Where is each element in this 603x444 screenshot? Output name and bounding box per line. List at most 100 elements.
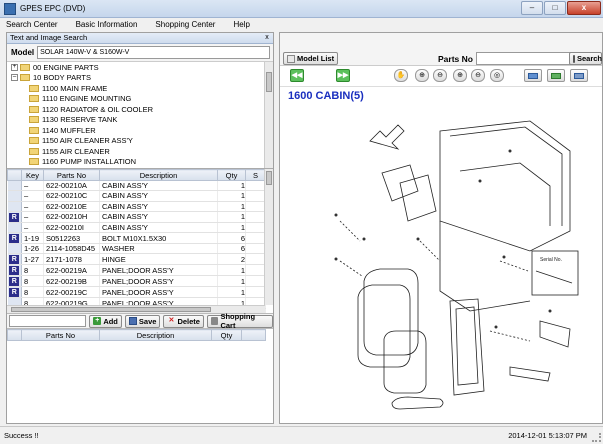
tree-item[interactable]: 1150 AIR CLEANER ASS'Y	[7, 136, 273, 147]
tree-item[interactable]: 1110 ENGINE MOUNTING	[7, 94, 273, 105]
cart-header-extra	[241, 329, 266, 341]
zoom-in-icon[interactable]: ⊕	[415, 69, 429, 82]
grid-header-key[interactable]: Key	[21, 169, 44, 181]
pan-tool-icon[interactable]: ✋	[394, 69, 408, 82]
next-page-button[interactable]: ▶▶	[336, 69, 350, 82]
tree-item[interactable]: – 10 BODY PARTS	[7, 73, 273, 84]
image-view-icon[interactable]	[524, 69, 542, 82]
disk-icon	[128, 317, 137, 325]
print-icon[interactable]	[570, 69, 588, 82]
model-select[interactable]: SOLAR 140W-V & S160W-V	[37, 46, 270, 59]
shopping-cart-button[interactable]: Shopping Cart	[206, 312, 273, 330]
add-button[interactable]: + Add	[89, 314, 122, 328]
folder-icon	[29, 126, 39, 134]
direction-arrow-icon	[369, 124, 405, 150]
s-cell	[245, 222, 266, 234]
cart-header-parts-no[interactable]: Parts No	[21, 329, 100, 341]
table-row[interactable]: –622-00210E CABIN ASS'Y 1	[7, 201, 266, 212]
row-flag-cell	[7, 222, 22, 234]
table-row[interactable]: –622-00210C CABIN ASS'Y 1	[7, 190, 266, 202]
grid-vertical-scrollbar[interactable]	[264, 169, 273, 305]
qty-cell: 1	[217, 286, 246, 299]
table-row[interactable]: R 8 622-00219B PANEL;DOOR ASS'Y 1	[7, 275, 266, 288]
minimize-button[interactable]: –	[521, 1, 543, 15]
table-row[interactable]: R –622-00210H CABIN ASS'Y 1	[7, 211, 266, 223]
row-flag-cell: R	[7, 211, 22, 223]
tree-item[interactable]: 1130 RESERVE TANK	[7, 115, 273, 126]
serial-no-callout: Serial No.	[540, 257, 562, 263]
scrollbar-thumb[interactable]	[266, 171, 272, 185]
folder-icon	[29, 116, 39, 124]
qty-cell: 1	[217, 275, 246, 288]
row-flag-cell: R	[7, 232, 22, 245]
zoom-fit-icon[interactable]: ⊖	[471, 69, 485, 82]
s-cell	[245, 275, 266, 288]
tree-expander-icon[interactable]: +	[11, 63, 18, 71]
panel-close-icon[interactable]: x	[263, 34, 271, 42]
quantity-input[interactable]	[9, 315, 87, 327]
menu-search-center[interactable]: Search Center	[6, 20, 58, 29]
zoom-out-icon[interactable]: ⊖	[433, 69, 447, 82]
tree-item[interactable]: 1100 MAIN FRAME	[7, 83, 273, 94]
title-bar: GPES EPC (DVD) – □ x	[0, 0, 603, 18]
qty-cell: 6	[217, 232, 246, 245]
parts-diagram[interactable]: Serial No.	[300, 111, 590, 411]
tree-item[interactable]: +00 ENGINE PARTS	[7, 62, 273, 73]
menu-shopping-center[interactable]: Shopping Center	[155, 20, 215, 29]
tree-item[interactable]: 1155 AIR CLEANER	[7, 146, 273, 157]
table-row[interactable]: –622-00210I CABIN ASS'Y 1	[7, 222, 266, 234]
table-row[interactable]: R 1-27 2171-1078 HINGE 2	[7, 253, 266, 266]
grid-header-qty[interactable]: Qty	[217, 169, 246, 181]
revision-badge: R	[9, 212, 20, 222]
close-button[interactable]: x	[567, 1, 601, 15]
table-row[interactable]: R 1-19 S0512263 BOLT M10X1.5X30 6	[7, 232, 266, 245]
grid-header-description[interactable]: Description	[99, 169, 218, 181]
model-list-button[interactable]: Model List	[283, 52, 339, 65]
cart-icon	[210, 317, 219, 325]
tree-item-label: 1100 MAIN FRAME	[42, 83, 108, 93]
tree-expander-icon[interactable]: –	[11, 74, 18, 82]
shopping-cart-label: Shopping Cart	[220, 312, 256, 330]
menu-basic-information[interactable]: Basic Information	[76, 20, 138, 29]
key-cell: –	[21, 222, 44, 234]
zoom-area-icon[interactable]: ⊕	[453, 69, 467, 82]
description-cell: PANEL;DOOR ASS'Y	[99, 275, 218, 288]
delete-label: Delete	[177, 316, 200, 326]
delete-button[interactable]: ✕ Delete	[163, 314, 204, 328]
parts-no-cell: 622-00219B	[43, 275, 100, 288]
tree-vertical-scrollbar[interactable]	[264, 62, 273, 168]
cart-header-qty[interactable]: Qty	[211, 329, 242, 341]
parts-no-input[interactable]	[476, 52, 574, 65]
description-cell: CABIN ASS'Y	[99, 211, 218, 223]
split-view-icon[interactable]	[547, 69, 565, 82]
maximize-button[interactable]: □	[544, 1, 566, 15]
app-icon	[4, 2, 16, 15]
list-icon	[287, 54, 295, 63]
revision-badge: R	[9, 255, 20, 264]
resize-grip-icon[interactable]	[592, 433, 601, 442]
qty-cell: 1	[217, 201, 246, 212]
table-row[interactable]: R 8 622-00219C PANEL;DOOR ASS'Y 1	[7, 286, 266, 299]
tree-item[interactable]: 1120 RADIATOR & OIL COOLER	[7, 104, 273, 115]
grid-horizontal-scrollbar[interactable]	[7, 305, 265, 313]
grid-header-parts-no[interactable]: Parts No	[43, 169, 100, 181]
rail-part	[509, 366, 551, 382]
cart-header-description[interactable]: Description	[99, 329, 212, 341]
table-row[interactable]: 1-26 2114-1058D45 WASHER 6	[7, 243, 266, 255]
grid-header-s[interactable]: S	[245, 169, 266, 181]
search-button[interactable]: Search	[569, 52, 602, 65]
key-cell: 8	[21, 275, 44, 288]
cabin-frame-rib	[459, 162, 551, 226]
previous-page-button[interactable]: ◀◀	[290, 69, 304, 82]
tree-item[interactable]: 1160 PUMP INSTALLATION	[7, 157, 273, 168]
scrollbar-thumb[interactable]	[266, 72, 272, 92]
save-button[interactable]: Save	[124, 314, 161, 328]
reset-view-icon[interactable]: ◎	[490, 69, 504, 82]
tree-item[interactable]: 1140 MUFFLER	[7, 125, 273, 136]
menu-help[interactable]: Help	[233, 20, 249, 29]
key-cell: –	[21, 190, 44, 202]
table-row[interactable]: R 8 622-00219A PANEL;DOOR ASS'Y 1	[7, 264, 266, 277]
table-row[interactable]: –622-00210A CABIN ASS'Y 1	[7, 180, 266, 192]
scrollbar-thumb[interactable]	[11, 307, 211, 312]
x-icon: ✕	[168, 317, 175, 324]
